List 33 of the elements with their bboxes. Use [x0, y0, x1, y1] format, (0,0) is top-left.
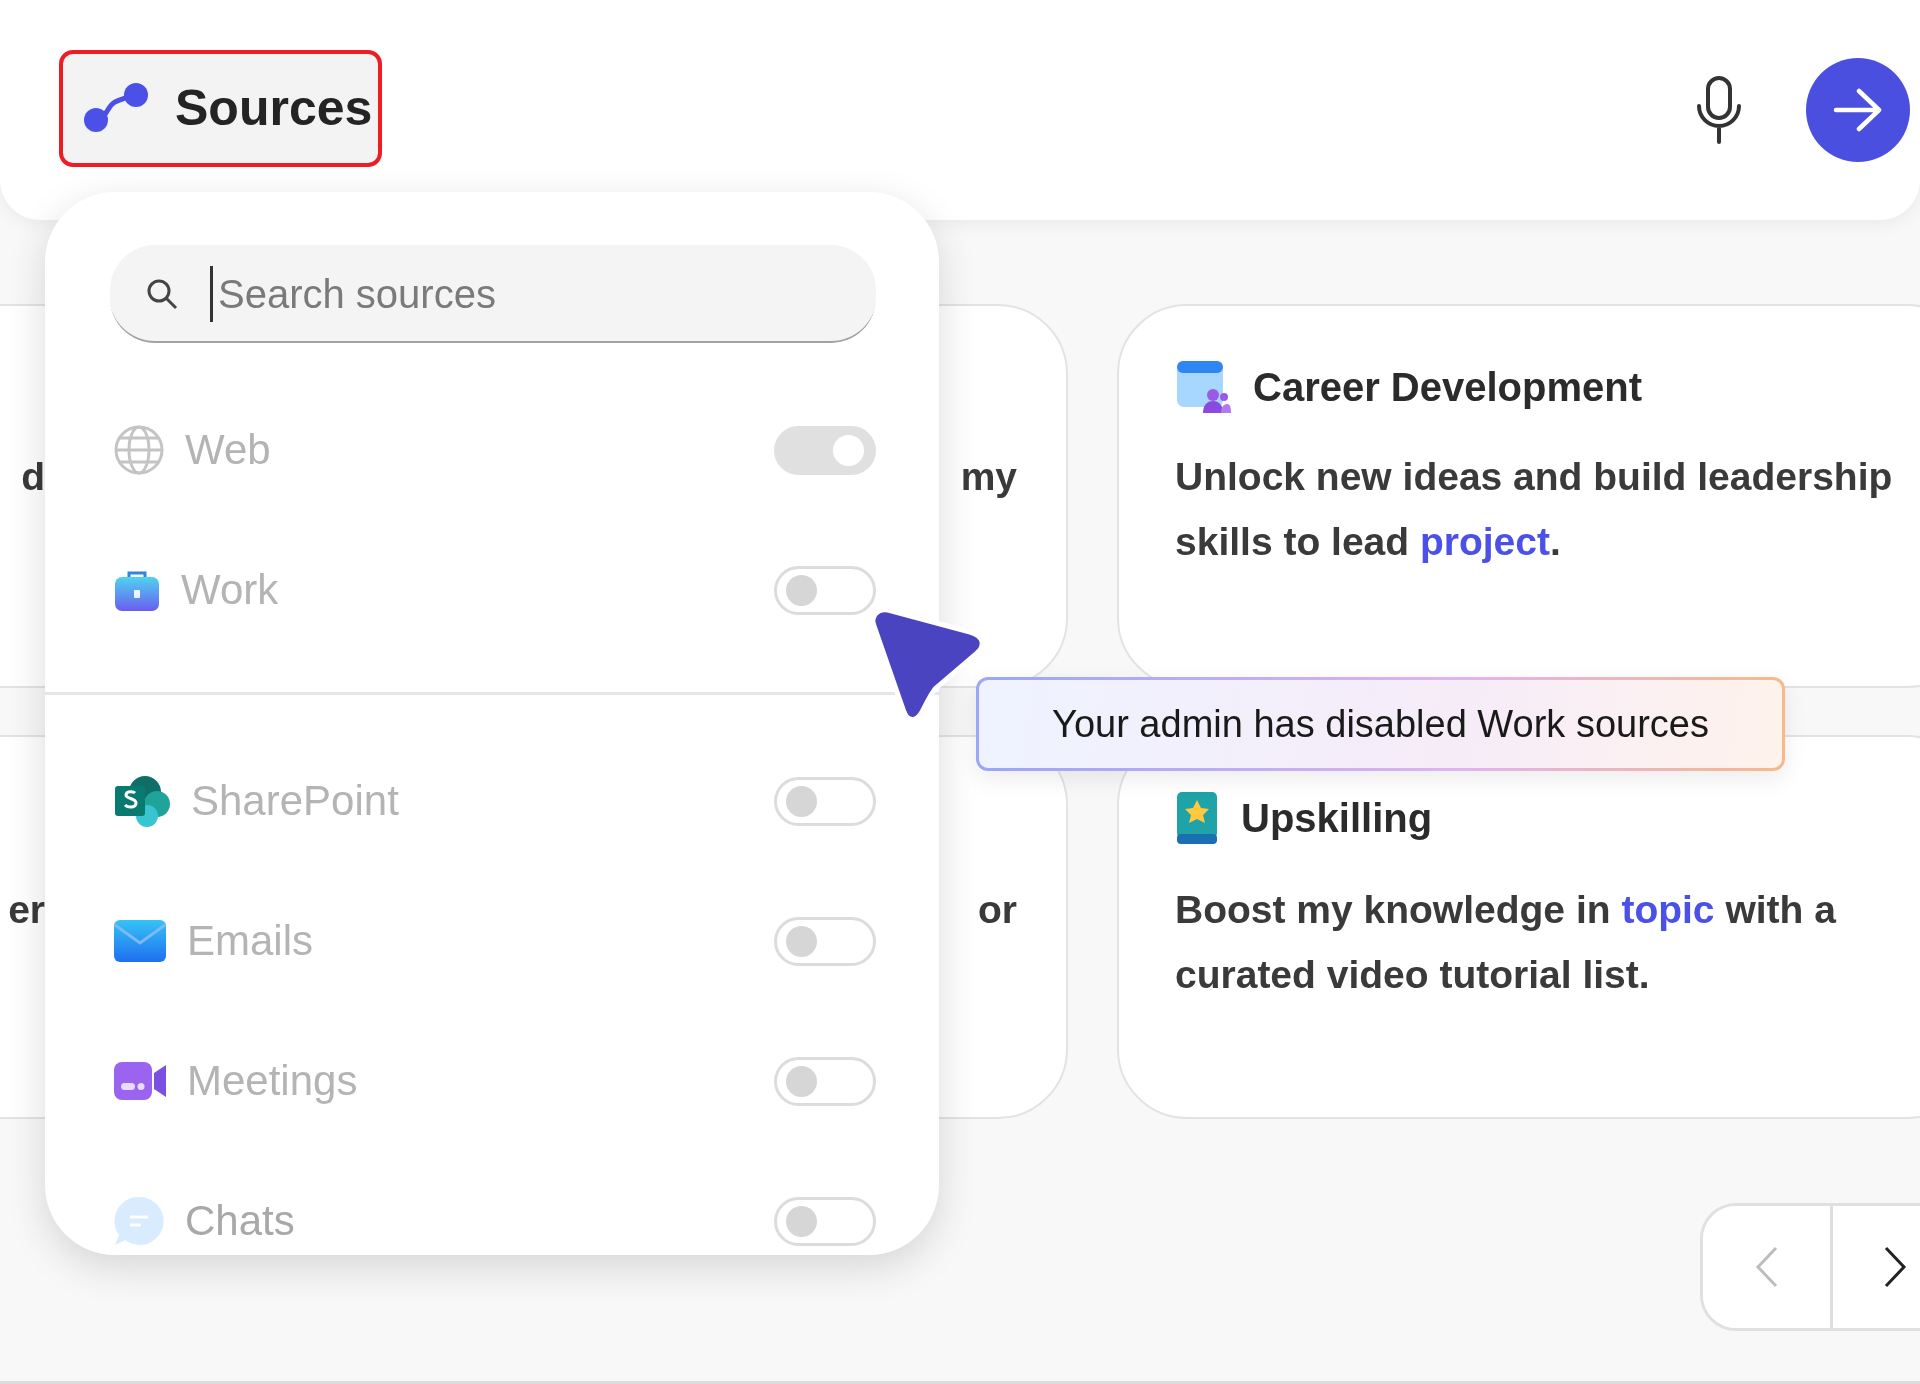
card-description: my: [960, 454, 1017, 500]
source-label: Meetings: [187, 1057, 359, 1105]
search-field[interactable]: Search sources: [110, 245, 876, 343]
card-description: er: [8, 887, 45, 933]
mail-icon: [113, 919, 167, 963]
source-label: Emails: [187, 917, 315, 965]
sources-button[interactable]: Sources: [59, 49, 382, 167]
globe-icon: [113, 424, 165, 476]
card-description: Unlock new ideas and build leadership skills to lead project.: [1175, 454, 1894, 565]
chevron-left-icon: [1754, 1246, 1779, 1288]
card-description: Boost my knowledge in topic with a curated video tutorial list.: [1175, 887, 1838, 998]
video-camera-icon: [113, 1061, 167, 1101]
search-icon: [146, 278, 178, 310]
source-label: Chats: [185, 1197, 296, 1245]
source-label: Work: [181, 566, 280, 614]
card-title: Upskilling: [1241, 795, 1433, 841]
card-description: d: [21, 454, 45, 500]
calendar-people-icon: [1175, 359, 1231, 415]
tooltip: Your admin has disabled Work sources: [976, 677, 1785, 771]
chevron-right-icon: [1883, 1246, 1907, 1288]
prompt-card[interactable]: Career Development Unlock new ideas and build leadership skills to lead project.: [1117, 304, 1920, 688]
chat-icon: [113, 1195, 165, 1247]
card-title: Career Development: [1253, 364, 1643, 410]
connected-dots-icon: [83, 82, 149, 134]
microphone-button[interactable]: [1694, 76, 1744, 144]
card-description: or: [978, 887, 1017, 933]
sharepoint-icon: [113, 774, 171, 828]
microphone-icon: [1694, 76, 1744, 144]
book-star-icon: [1175, 790, 1219, 846]
arrow-right-icon: [1833, 88, 1883, 132]
text-cursor: [210, 266, 213, 322]
source-label: Web: [185, 426, 272, 474]
source-label: SharePoint: [191, 777, 400, 825]
